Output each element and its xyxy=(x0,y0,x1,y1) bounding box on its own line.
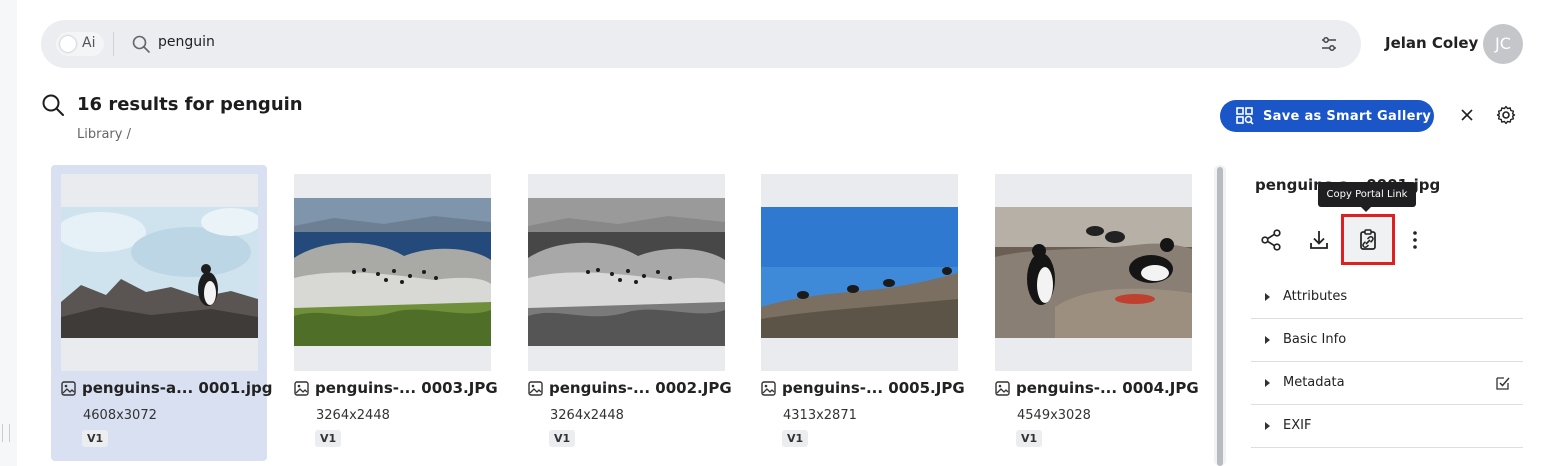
search-bar: Ai penguin xyxy=(41,20,1361,68)
copy-portal-link-tooltip: Copy Portal Link xyxy=(1318,182,1416,207)
asset-thumbnail[interactable] xyxy=(995,174,1192,371)
version-badge: V1 xyxy=(549,430,576,447)
asset-filename-text: penguins-... 0002.JPG xyxy=(549,379,732,397)
save-smart-gallery-label: Save as Smart Gallery xyxy=(1263,108,1432,124)
penguin-photo xyxy=(761,207,958,338)
accordion-label: Metadata xyxy=(1283,375,1345,390)
version-badge: V1 xyxy=(782,430,809,447)
search-icon xyxy=(42,94,64,116)
grid-scrollbar[interactable] xyxy=(1214,165,1226,466)
accordion-label: Basic Info xyxy=(1283,332,1347,347)
more-vertical-icon xyxy=(1413,231,1417,249)
asset-thumbnail[interactable] xyxy=(761,174,958,371)
download-button[interactable] xyxy=(1305,226,1333,254)
page-title: 16 results for penguin xyxy=(77,94,303,115)
copy-portal-link-button[interactable] xyxy=(1354,226,1382,254)
asset-filename-text: penguins-a... 0001.jpg xyxy=(82,379,273,397)
search-input[interactable]: penguin xyxy=(158,34,215,50)
user-name[interactable]: Jelan Coley xyxy=(1385,34,1478,52)
avatar[interactable]: JC xyxy=(1483,24,1523,64)
asset-thumbnail[interactable] xyxy=(61,174,258,371)
ai-toggle-label: Ai xyxy=(82,35,96,51)
caret-right-icon xyxy=(1265,336,1270,344)
copy-link-icon xyxy=(1360,229,1376,250)
version-badge: V1 xyxy=(82,430,109,447)
caret-right-icon xyxy=(1265,293,1270,301)
penguin-photo xyxy=(528,198,725,346)
asset-card[interactable]: penguins-... 0005.JPG 4313x2871 V1 xyxy=(751,165,967,461)
search-divider xyxy=(113,32,114,56)
accordion-label: EXIF xyxy=(1283,418,1312,433)
asset-dimensions: 4549x3028 xyxy=(1017,408,1091,423)
breadcrumb[interactable]: Library / xyxy=(77,127,131,142)
save-smart-gallery-button[interactable]: Save as Smart Gallery xyxy=(1220,100,1434,132)
penguin-photo xyxy=(61,207,258,338)
grid-scrollbar-thumb[interactable] xyxy=(1217,167,1223,466)
asset-filename-text: penguins-... 0003.JPG xyxy=(315,379,498,397)
asset-card[interactable]: penguins-... 0004.JPG 4549x3028 V1 xyxy=(985,165,1201,461)
ai-toggle-knob xyxy=(60,36,76,52)
accordion-attributes[interactable]: Attributes xyxy=(1251,276,1523,319)
accordion-metadata[interactable]: Metadata xyxy=(1251,362,1523,405)
asset-filename-text: penguins-... 0004.JPG xyxy=(1016,379,1199,397)
tooltip-arrow xyxy=(1360,206,1372,212)
close-icon[interactable] xyxy=(1458,106,1476,124)
asset-card[interactable]: penguins-... 0003.JPG 3264x2448 V1 xyxy=(284,165,500,461)
asset-filename[interactable]: penguins-a... 0001.jpg xyxy=(61,379,272,397)
penguin-photo xyxy=(995,207,1192,338)
download-icon xyxy=(1310,231,1328,249)
version-badge: V1 xyxy=(1016,430,1043,447)
asset-card[interactable]: penguins-... 0002.JPG 3264x2448 V1 xyxy=(518,165,734,461)
resize-handle[interactable] xyxy=(2,424,10,442)
asset-filename-text: penguins-... 0005.JPG xyxy=(782,379,965,397)
asset-thumbnail[interactable] xyxy=(294,174,491,371)
penguin-photo xyxy=(294,198,491,346)
left-sidebar-edge xyxy=(0,0,17,466)
asset-filename[interactable]: penguins-... 0002.JPG xyxy=(528,379,732,397)
share-button[interactable] xyxy=(1257,226,1285,254)
asset-filename[interactable]: penguins-... 0003.JPG xyxy=(294,379,498,397)
version-badge: V1 xyxy=(315,430,342,447)
image-icon xyxy=(61,380,76,396)
accordion-label: Attributes xyxy=(1283,289,1348,304)
caret-right-icon xyxy=(1265,422,1270,430)
gear-icon[interactable] xyxy=(1496,105,1516,125)
asset-dimensions: 4608x3072 xyxy=(83,408,157,423)
ai-toggle[interactable]: Ai xyxy=(56,32,104,56)
search-icon xyxy=(132,35,150,53)
sliders-icon[interactable] xyxy=(1319,34,1339,54)
asset-filename[interactable]: penguins-... 0004.JPG xyxy=(995,379,1199,397)
asset-dimensions: 3264x2448 xyxy=(316,408,390,423)
image-icon xyxy=(294,380,309,396)
asset-dimensions: 3264x2448 xyxy=(550,408,624,423)
asset-card[interactable]: penguins-a... 0001.jpg 4608x3072 V1 xyxy=(51,165,272,461)
asset-thumbnail[interactable] xyxy=(528,174,725,371)
accordion-basic-info[interactable]: Basic Info xyxy=(1251,319,1523,362)
image-icon xyxy=(995,380,1010,396)
image-icon xyxy=(761,380,776,396)
edit-check-icon[interactable] xyxy=(1495,375,1511,391)
image-icon xyxy=(528,380,543,396)
accordion-exif[interactable]: EXIF xyxy=(1251,405,1523,448)
caret-right-icon xyxy=(1265,379,1270,387)
asset-dimensions: 4313x2871 xyxy=(783,408,857,423)
more-options-button[interactable] xyxy=(1401,226,1429,254)
share-icon xyxy=(1261,229,1281,251)
asset-filename[interactable]: penguins-... 0005.JPG xyxy=(761,379,965,397)
gallery-search-icon xyxy=(1236,107,1254,125)
